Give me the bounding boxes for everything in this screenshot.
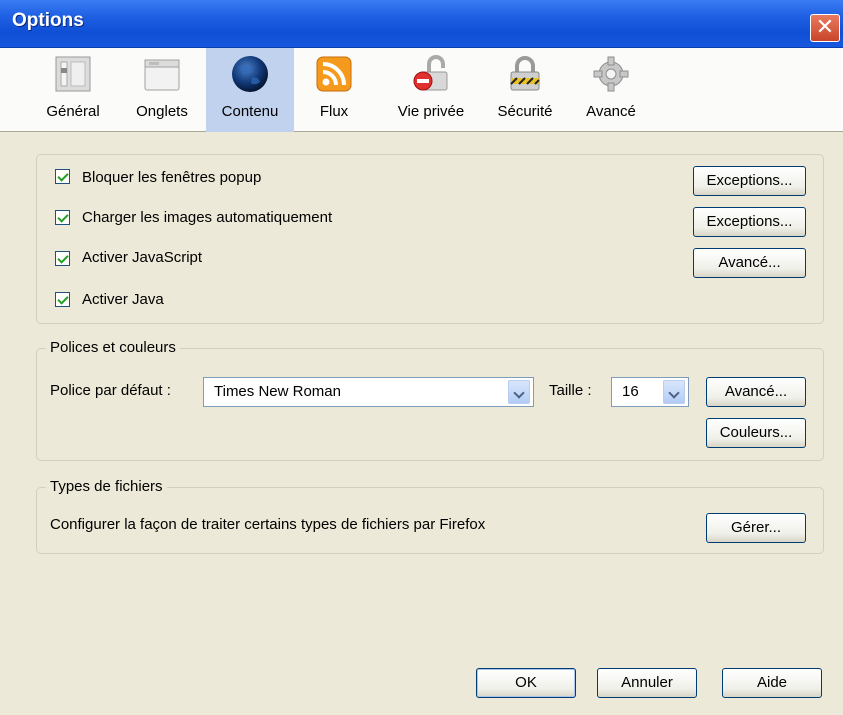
enable-java-checkbox[interactable] [55,292,70,307]
gear-icon [593,56,629,92]
tab-general-label: Général [46,103,100,120]
enable-javascript-checkbox[interactable] [55,251,70,266]
tab-onglets[interactable]: Onglets [124,48,200,132]
popup-exceptions-button[interactable]: Exceptions... [693,166,806,196]
options-window: Général Onglets Contenu Flux Vie privée … [0,48,843,715]
close-button[interactable]: ✕ [810,14,840,42]
close-icon: ✕ [815,14,835,39]
block-popups-label: Bloquer les fenêtres popup [82,169,262,186]
globe-icon [232,56,268,92]
enable-java-label: Activer Java [82,291,164,308]
file-types-description: Configurer la façon de traiter certains … [50,516,486,533]
tab-avance-label: Avancé [586,103,636,120]
tab-vie-privee-label: Vie privée [397,103,465,120]
tab-avance[interactable]: Avancé [576,48,646,132]
window-title: Options [12,10,84,31]
fonts-colors-legend: Polices et couleurs [46,339,180,356]
default-font-value: Times New Roman [214,383,341,400]
tab-contenu[interactable]: Contenu [206,48,294,132]
ok-button[interactable]: OK [476,668,576,698]
tab-flux-label: Flux [319,103,349,120]
tab-securite[interactable]: Sécurité [488,48,562,132]
block-popups-checkbox[interactable] [55,169,70,184]
tab-contenu-label: Contenu [221,103,279,120]
fonts-advanced-button[interactable]: Avancé... [706,377,806,407]
title-bar[interactable]: Options ✕ [0,0,843,48]
tab-general[interactable]: Général [36,48,110,132]
category-toolbar: Général Onglets Contenu Flux Vie privée … [0,48,843,132]
chevron-down-icon[interactable] [508,380,530,404]
javascript-advanced-button[interactable]: Avancé... [693,248,806,278]
manage-button[interactable]: Gérer... [706,513,806,543]
images-exceptions-button[interactable]: Exceptions... [693,207,806,237]
privacy-icon [413,55,448,91]
size-label: Taille : [549,382,592,399]
rss-feed-icon [316,56,352,92]
tabs-window-icon [144,59,180,91]
cancel-button[interactable]: Annuler [597,668,697,698]
font-size-value: 16 [622,383,639,400]
default-font-select[interactable]: Times New Roman [203,377,534,407]
enable-javascript-label: Activer JavaScript [82,249,203,266]
default-font-label: Police par défaut : [50,382,171,399]
file-types-legend: Types de fichiers [46,478,167,495]
tab-vie-privee[interactable]: Vie privée [383,48,479,132]
load-images-label: Charger les images automatiquement [82,209,333,226]
padlock-icon [510,56,540,91]
colors-button[interactable]: Couleurs... [706,418,806,448]
help-button[interactable]: Aide [722,668,822,698]
general-switch-icon [55,56,91,92]
chevron-down-icon[interactable] [663,380,685,404]
tab-securite-label: Sécurité [497,103,553,120]
load-images-checkbox[interactable] [55,210,70,225]
tab-onglets-label: Onglets [136,103,188,120]
tab-flux[interactable]: Flux [304,48,364,132]
font-size-select[interactable]: 16 [611,377,689,407]
